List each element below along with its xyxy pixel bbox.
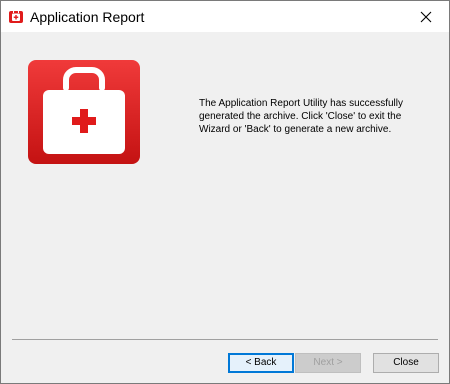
window-title: Application Report: [30, 9, 145, 25]
back-button[interactable]: < Back: [228, 353, 294, 373]
first-aid-kit-illustration: [28, 60, 140, 164]
application-report-window: Application Report The Application Repor…: [0, 0, 450, 384]
completion-message: The Application Report Utility has succe…: [199, 98, 403, 135]
title-bar: Application Report: [1, 1, 449, 32]
close-button[interactable]: Close: [373, 353, 439, 373]
next-button[interactable]: Next >: [295, 353, 361, 373]
first-aid-kit-icon: [9, 10, 23, 23]
footer-divider: [12, 339, 438, 340]
close-icon: [420, 11, 432, 22]
close-window-button[interactable]: [403, 1, 449, 32]
